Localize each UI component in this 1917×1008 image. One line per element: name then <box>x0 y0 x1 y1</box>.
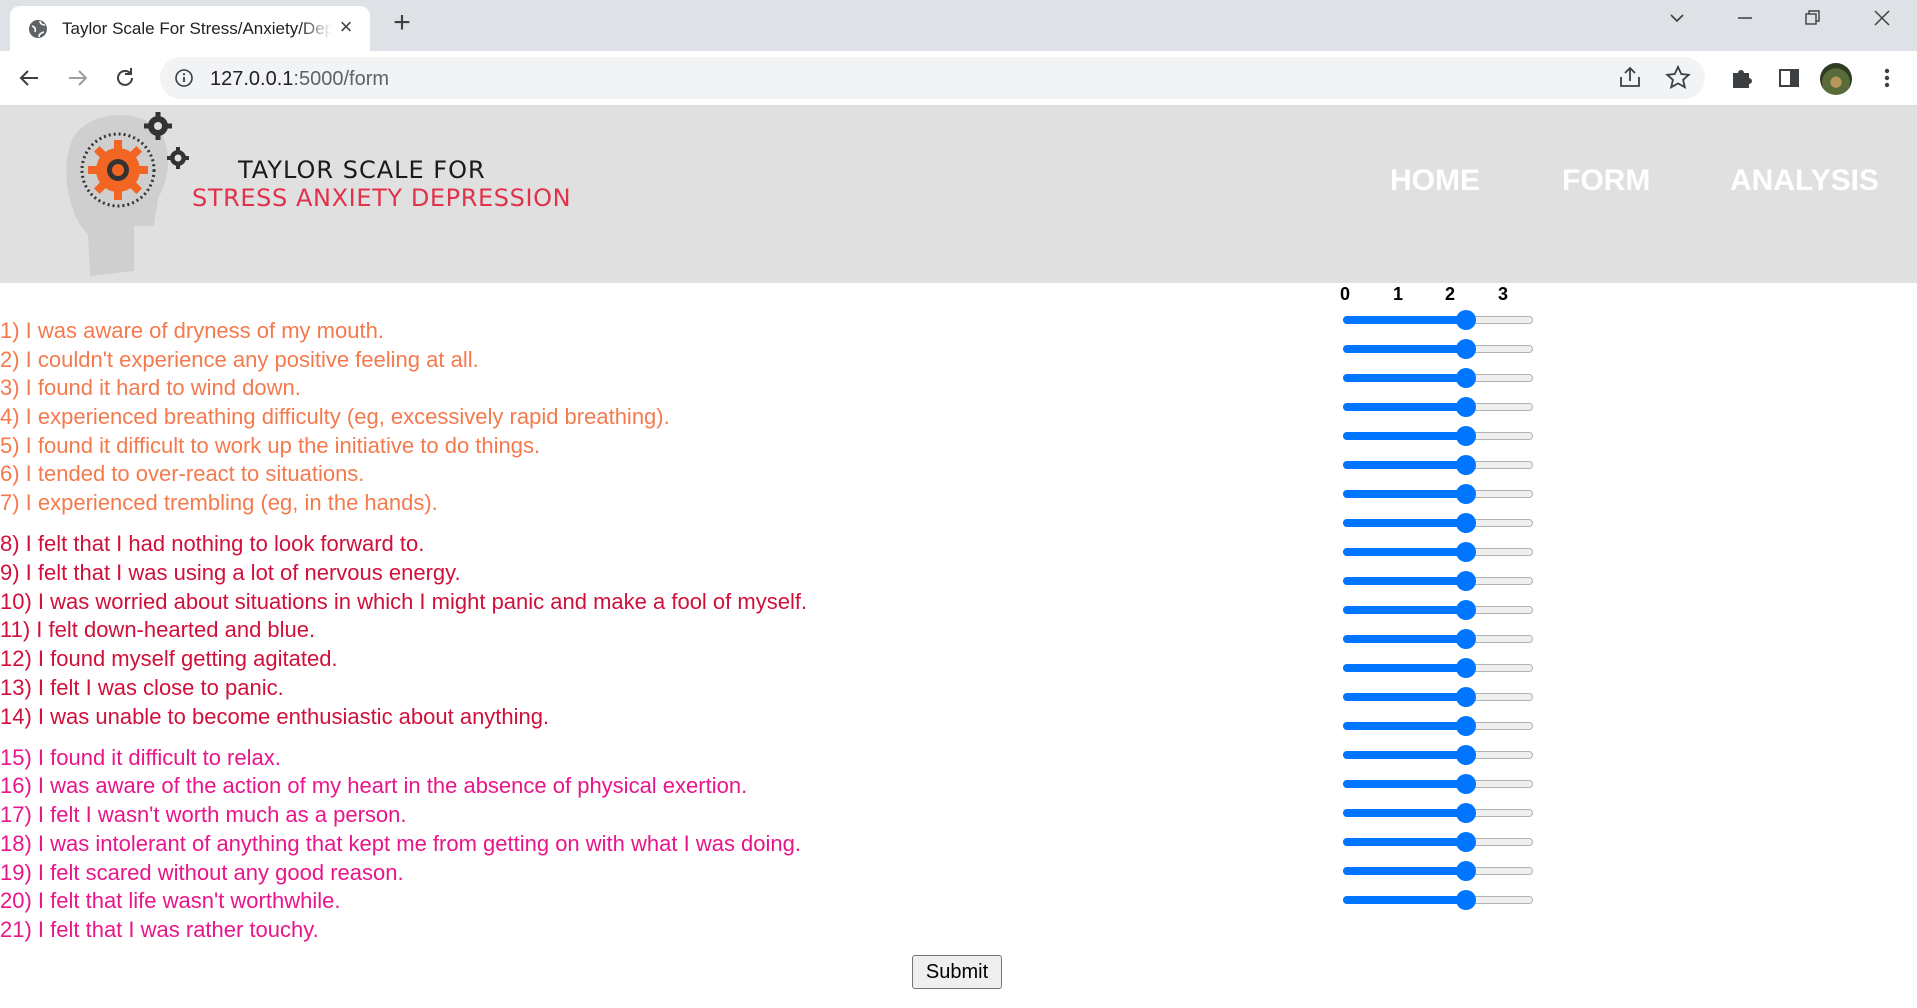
question-14: 14) I was unable to become enthusiastic … <box>0 704 550 729</box>
question-18: 18) I was intolerant of anything that ke… <box>0 831 801 856</box>
address-bar[interactable]: 127.0.0.1:5000/form <box>160 57 1705 99</box>
nav-analysis-link[interactable]: ANALYSIS <box>1730 164 1879 198</box>
more-menu-icon[interactable] <box>1872 63 1902 93</box>
rating-slider-1[interactable] <box>1343 310 1533 330</box>
rating-slider-7[interactable] <box>1343 484 1533 504</box>
question-17: 17) I felt I wasn't worth much as a pers… <box>0 802 407 827</box>
rating-slider-17[interactable] <box>1343 774 1533 794</box>
nav-form-link[interactable]: FORM <box>1562 164 1650 198</box>
browser-tab[interactable]: Taylor Scale For Stress/Anxiety/Depressi… <box>10 6 370 51</box>
side-panel-icon[interactable] <box>1774 63 1804 93</box>
back-arrow-icon[interactable] <box>14 63 44 93</box>
rating-slider-20[interactable] <box>1343 861 1533 881</box>
question-20: 20) I felt that life wasn't worthwhile. <box>0 888 341 913</box>
brand-title-line2: STRESS ANXIETY DEPRESSION <box>192 184 572 212</box>
rating-slider-4[interactable] <box>1343 397 1533 417</box>
rating-slider-19[interactable] <box>1343 832 1533 852</box>
site-info-icon[interactable] <box>174 68 194 88</box>
question-12: 12) I found myself getting agitated. <box>0 646 338 671</box>
question-11: 11) I felt down-hearted and blue. <box>0 617 316 642</box>
rating-slider-9[interactable] <box>1343 542 1533 562</box>
site-header: TAYLOR SCALE FOR STRESS ANXIETY DEPRESSI… <box>0 106 1917 283</box>
question-8: 8) I felt that I had nothing to look for… <box>0 531 425 556</box>
question-5: 5) I found it difficult to work up the i… <box>0 433 541 458</box>
new-tab-icon[interactable]: + <box>388 8 416 38</box>
browser-toolbar: 127.0.0.1:5000/form <box>0 51 1917 106</box>
question-4: 4) I experienced breathing difficulty (e… <box>0 404 670 429</box>
forward-arrow-icon[interactable] <box>63 63 93 93</box>
tab-search-chevron-icon[interactable] <box>1657 8 1697 34</box>
rating-slider-13[interactable] <box>1343 658 1533 678</box>
scale-label-0: 0 <box>1340 284 1351 304</box>
reload-icon[interactable] <box>110 63 140 93</box>
question-6: 6) I tended to over-react to situations. <box>0 461 365 486</box>
scale-label-2: 2 <box>1445 284 1456 304</box>
question-3: 3) I found it hard to wind down. <box>0 375 301 400</box>
question-10: 10) I was worried about situations in wh… <box>0 589 808 614</box>
restore-icon[interactable] <box>1793 8 1833 34</box>
question-16: 16) I was aware of the action of my hear… <box>0 773 748 798</box>
rating-slider-5[interactable] <box>1343 426 1533 446</box>
close-tab-icon[interactable]: × <box>335 16 357 38</box>
rating-slider-6[interactable] <box>1343 455 1533 475</box>
question-1: 1) I was aware of dryness of my mouth. <box>0 318 384 343</box>
head-gears-logo <box>50 106 210 276</box>
rating-slider-15[interactable] <box>1343 716 1533 736</box>
scale-label-3: 3 <box>1498 284 1509 304</box>
question-13: 13) I felt I was close to panic. <box>0 675 284 700</box>
globe-icon <box>28 19 48 39</box>
rating-slider-21[interactable] <box>1343 890 1533 910</box>
tab-title: Taylor Scale For Stress/Anxiety/Depressi… <box>62 19 332 38</box>
rating-slider-10[interactable] <box>1343 571 1533 591</box>
question-7: 7) I experienced trembling (eg, in the h… <box>0 490 438 515</box>
brand-title-line1: TAYLOR SCALE FOR <box>238 156 486 184</box>
rating-slider-18[interactable] <box>1343 803 1533 823</box>
question-15: 15) I found it difficult to relax. <box>0 745 281 770</box>
question-19: 19) I felt scared without any good reaso… <box>0 860 404 885</box>
browser-tab-strip: Taylor Scale For Stress/Anxiety/Depressi… <box>0 0 1917 51</box>
rating-slider-2[interactable] <box>1343 339 1533 359</box>
question-2: 2) I couldn't experience any positive fe… <box>0 347 479 372</box>
extensions-puzzle-icon[interactable] <box>1727 63 1757 93</box>
bookmark-star-icon[interactable] <box>1663 63 1693 93</box>
rating-slider-8[interactable] <box>1343 513 1533 533</box>
question-9: 9) I felt that I was using a lot of nerv… <box>0 560 461 585</box>
close-window-icon[interactable] <box>1862 8 1902 34</box>
submit-button[interactable]: Submit <box>912 955 1002 989</box>
url-text: 127.0.0.1:5000/form <box>210 68 390 90</box>
share-icon[interactable] <box>1615 63 1645 93</box>
rating-slider-12[interactable] <box>1343 629 1533 649</box>
rating-slider-3[interactable] <box>1343 368 1533 388</box>
question-21: 21) I felt that I was rather touchy. <box>0 917 319 942</box>
rating-slider-14[interactable] <box>1343 687 1533 707</box>
rating-slider-16[interactable] <box>1343 745 1533 765</box>
nav-home-link[interactable]: HOME <box>1390 164 1480 198</box>
scale-label-1: 1 <box>1393 284 1404 304</box>
rating-slider-11[interactable] <box>1343 600 1533 620</box>
profile-avatar[interactable] <box>1820 63 1852 95</box>
minimize-icon[interactable] <box>1725 8 1765 34</box>
